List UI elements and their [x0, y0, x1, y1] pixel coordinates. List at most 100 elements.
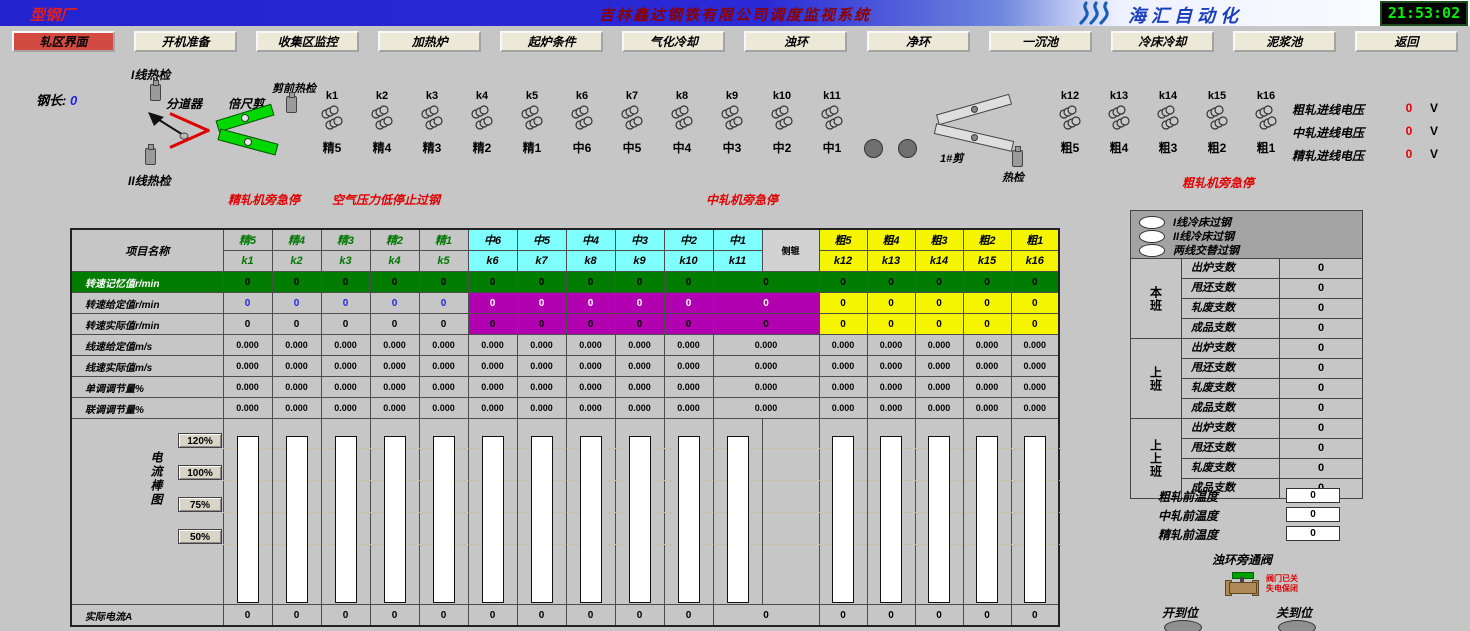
col-k-header-k7: k7 [517, 251, 566, 272]
col-k-header-k1: k1 [223, 251, 272, 272]
nav-button-3[interactable]: 收集区监控 [256, 31, 359, 52]
shift-row: 成品支数0 [1182, 398, 1362, 418]
value-cell: 0 [867, 272, 915, 293]
value-cell: 0.000 [713, 335, 819, 356]
value-cell[interactable]: 0 [272, 293, 321, 314]
bottom-value-cell: 0 [517, 605, 566, 627]
value-cell: 0 [1011, 272, 1059, 293]
stand-k-label: k11 [808, 90, 856, 102]
stand-k-label: k5 [508, 90, 556, 102]
row-label: 转速记忆值r/min [71, 272, 223, 293]
mill-stand-k6: k6中6 [558, 90, 606, 156]
nav-button-12[interactable]: 返回 [1355, 31, 1458, 52]
alarm-finishing-estop: 精轧机旁急停 [228, 191, 300, 208]
current-bar [433, 436, 455, 603]
current-bar [335, 436, 357, 603]
spacer-column-header: 侧辊 [762, 229, 819, 272]
nav-button-1[interactable]: 轧区界面 [12, 31, 115, 52]
value-cell[interactable]: 0 [1011, 293, 1059, 314]
value-cell[interactable]: 0 [517, 293, 566, 314]
col-header-k1: 精5 [223, 229, 272, 251]
value-cell[interactable]: 0 [963, 293, 1011, 314]
shift-group-1: 本班出炉支数0甩还支数0轧废支数0成品支数0 [1131, 259, 1362, 338]
current-bar [531, 436, 553, 603]
stand-name-label: 粗1 [1242, 139, 1290, 156]
value-cell[interactable]: 0 [915, 293, 963, 314]
col-header-k9: 中3 [615, 229, 664, 251]
value-cell[interactable]: 0 [419, 293, 468, 314]
bottom-value-cell: 0 [223, 605, 272, 627]
value-cell[interactable]: 0 [713, 293, 819, 314]
scale-button-100[interactable]: 100% [178, 465, 222, 480]
value-cell[interactable]: 0 [819, 293, 867, 314]
stand-name-label: 中3 [708, 139, 756, 156]
chart-bar-cell [713, 419, 762, 605]
value-cell: 0.000 [915, 377, 963, 398]
roller-stand-icon [319, 105, 345, 131]
mill-stand-k16: k16粗1 [1242, 90, 1290, 156]
value-cell[interactable]: 0 [867, 293, 915, 314]
stand-k-label: k8 [658, 90, 706, 102]
value-cell: 0.000 [713, 398, 819, 419]
col-k-header-k15: k15 [963, 251, 1011, 272]
mill-stand-k12: k12粗5 [1046, 90, 1094, 156]
col-k-header-k11: k11 [713, 251, 762, 272]
temp-label: 中轧前温度 [1158, 507, 1218, 524]
scale-button-50[interactable]: 50% [178, 529, 222, 544]
value-cell[interactable]: 0 [321, 293, 370, 314]
alarm-rough-estop: 粗轧机旁急停 [1182, 174, 1254, 191]
temp-row: 精轧前温度0 [1130, 526, 1361, 542]
value-cell: 0 [963, 314, 1011, 335]
value-cell[interactable]: 0 [615, 293, 664, 314]
nav-button-8[interactable]: 净环 [867, 31, 970, 52]
mill-stand-k2: k2精4 [358, 90, 406, 156]
nav-button-9[interactable]: 一沉池 [989, 31, 1092, 52]
nav-button-2[interactable]: 开机准备 [134, 31, 237, 52]
temp-value-box: 0 [1286, 526, 1340, 541]
value-cell: 0.000 [819, 398, 867, 419]
line2-hot-detector-icon [145, 148, 156, 165]
value-cell[interactable]: 0 [370, 293, 419, 314]
value-cell[interactable]: 0 [468, 293, 517, 314]
value-cell: 0.000 [321, 377, 370, 398]
current-bar [880, 436, 902, 603]
shift-row: 轧废支数0 [1182, 378, 1362, 398]
temp-value-box: 0 [1286, 507, 1340, 522]
value-cell: 0 [272, 314, 321, 335]
temperature-block: 粗轧前温度0中轧前温度0精轧前温度0 [1130, 483, 1361, 543]
value-cell: 0.000 [867, 356, 915, 377]
value-cell: 0 [272, 272, 321, 293]
scale-button-120[interactable]: 120% [178, 433, 222, 448]
scale-button-75[interactable]: 75% [178, 497, 222, 512]
nav-button-6[interactable]: 气化冷却 [622, 31, 725, 52]
value-cell: 0 [321, 272, 370, 293]
stand-name-label: 精2 [458, 139, 506, 156]
nav-button-11[interactable]: 泥浆池 [1233, 31, 1336, 52]
shift-row-value: 0 [1280, 359, 1362, 378]
nav-button-4[interactable]: 加热炉 [378, 31, 481, 52]
value-cell: 0 [664, 272, 713, 293]
nav-button-10[interactable]: 冷床冷却 [1111, 31, 1214, 52]
col-header-k16: 粗1 [1011, 229, 1059, 251]
value-cell: 0 [566, 272, 615, 293]
value-cell[interactable]: 0 [566, 293, 615, 314]
value-cell: 0.000 [468, 398, 517, 419]
value-cell[interactable]: 0 [223, 293, 272, 314]
mill-stand-k9: k9中3 [708, 90, 756, 156]
value-cell[interactable]: 0 [664, 293, 713, 314]
nav-button-7[interactable]: 浊环 [744, 31, 847, 52]
value-cell: 0.000 [664, 356, 713, 377]
temp-value-box: 0 [1286, 488, 1340, 503]
shift-rows: 出炉支数0甩还支数0轧废支数0成品支数0 [1182, 259, 1362, 338]
bottom-value-cell: 0 [819, 605, 867, 627]
value-cell: 0 [223, 272, 272, 293]
voltage-value: 0 [1394, 147, 1424, 161]
mill-stand-k8: k8中4 [658, 90, 706, 156]
nav-button-5[interactable]: 起炉条件 [500, 31, 603, 52]
looper-circle-icon [864, 139, 883, 158]
value-cell: 0.000 [915, 398, 963, 419]
shift-row-value: 0 [1280, 299, 1362, 318]
bypass-valve-icon[interactable] [1225, 572, 1259, 596]
current-bar [832, 436, 854, 603]
mill-stand-k1: k1精5 [308, 90, 356, 156]
